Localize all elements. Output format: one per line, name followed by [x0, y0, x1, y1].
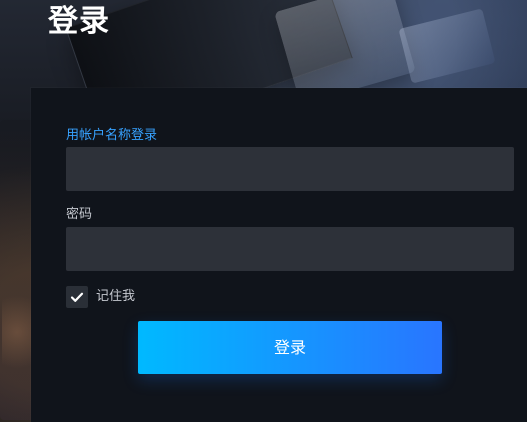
username-input[interactable] — [66, 147, 514, 191]
background-left-glow — [2, 282, 32, 382]
checkmark-icon — [69, 289, 85, 305]
password-label: 密码 — [66, 207, 93, 222]
remember-me-label: 记住我 — [96, 289, 136, 304]
login-button[interactable]: 登录 — [138, 321, 442, 374]
login-panel: 用帐户名称登录 密码 记住我 登录 — [31, 88, 527, 422]
page-title: 登录 — [48, 4, 110, 39]
username-label: 用帐户名称登录 — [66, 128, 158, 143]
password-input[interactable] — [66, 227, 514, 271]
remember-me-row[interactable]: 记住我 — [66, 285, 135, 309]
remember-me-checkbox[interactable] — [66, 286, 88, 308]
